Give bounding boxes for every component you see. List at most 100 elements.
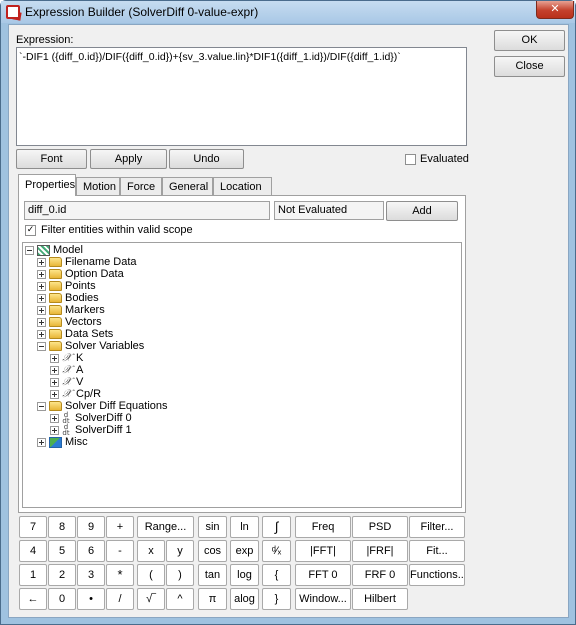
- backspace-button[interactable]: ←: [19, 588, 47, 610]
- tree-node-data-sets[interactable]: Data Sets: [37, 328, 113, 340]
- key-rparen[interactable]: ): [166, 564, 194, 586]
- functions-button[interactable]: Functions...: [409, 564, 465, 586]
- filter-button[interactable]: Filter...: [409, 516, 465, 538]
- expand-icon[interactable]: [50, 413, 59, 423]
- tab-motion[interactable]: Motion: [76, 177, 120, 196]
- tree-node-solver-diff-equations[interactable]: Solver Diff Equations: [37, 400, 168, 412]
- tree-node-points[interactable]: Points: [37, 280, 96, 292]
- key-rbrace[interactable]: }: [262, 588, 291, 610]
- expand-icon[interactable]: [37, 317, 46, 327]
- collapse-icon[interactable]: [37, 401, 46, 411]
- fft0-button[interactable]: FFT 0: [295, 564, 351, 586]
- window-button[interactable]: Window...: [295, 588, 351, 610]
- key-lbrace[interactable]: {: [262, 564, 291, 586]
- key-5[interactable]: 5: [48, 540, 76, 562]
- expand-icon[interactable]: [37, 437, 46, 447]
- evaluated-toggle[interactable]: Evaluated: [405, 153, 469, 165]
- tan-button[interactable]: tan: [198, 564, 227, 586]
- tab-properties[interactable]: Properties: [18, 174, 76, 196]
- key-8[interactable]: 8: [48, 516, 76, 538]
- key-x[interactable]: x: [137, 540, 165, 562]
- key-6[interactable]: 6: [77, 540, 105, 562]
- fit-button[interactable]: Fit...: [409, 540, 465, 562]
- tree-node-solverdiff-1[interactable]: d dt SolverDiff 1: [50, 423, 132, 437]
- expand-icon[interactable]: [50, 389, 59, 399]
- key-lparen[interactable]: (: [137, 564, 165, 586]
- folder-icon: [49, 269, 62, 279]
- cos-button[interactable]: cos: [198, 540, 227, 562]
- key-2[interactable]: 2: [48, 564, 76, 586]
- key-4[interactable]: 4: [19, 540, 47, 562]
- key-y[interactable]: y: [166, 540, 194, 562]
- tree-node-variable-cp-r[interactable]: 𝒳 Cp/R: [50, 387, 101, 400]
- evaluated-checkbox[interactable]: [405, 153, 416, 165]
- tree-node-option-data[interactable]: Option Data: [37, 268, 124, 280]
- expand-icon[interactable]: [50, 365, 59, 375]
- tree-node-filename-data[interactable]: Filename Data: [37, 256, 137, 268]
- expand-icon[interactable]: [37, 281, 46, 291]
- key-1[interactable]: 1: [19, 564, 47, 586]
- derivative-icon: d dt: [62, 423, 70, 437]
- sin-button[interactable]: sin: [198, 516, 227, 538]
- alog-button[interactable]: alog: [230, 588, 259, 610]
- freq-button[interactable]: Freq: [295, 516, 351, 538]
- expand-icon[interactable]: [37, 257, 46, 267]
- add-button[interactable]: Add: [386, 201, 458, 221]
- folder-icon: [49, 257, 62, 267]
- expand-icon[interactable]: [37, 293, 46, 303]
- tree-node-model[interactable]: Model: [25, 244, 83, 256]
- expression-textarea[interactable]: `-DIF1 ({diff_0.id})/DIF({diff_0.id})+{s…: [16, 47, 467, 146]
- key-9[interactable]: 9: [77, 516, 105, 538]
- collapse-icon[interactable]: [37, 341, 46, 351]
- expand-icon[interactable]: [50, 353, 59, 363]
- close-button[interactable]: Close: [494, 56, 565, 77]
- frf-button[interactable]: |FRF|: [352, 540, 408, 562]
- font-button[interactable]: Font: [16, 149, 87, 169]
- expand-icon[interactable]: [37, 329, 46, 339]
- tab-general[interactable]: General: [162, 177, 213, 196]
- apply-button[interactable]: Apply: [90, 149, 167, 169]
- log-button[interactable]: log: [230, 564, 259, 586]
- folder-open-icon: [49, 341, 62, 351]
- tab-location[interactable]: Location: [213, 177, 272, 196]
- filter-scope-toggle[interactable]: ✓ Filter entities within valid scope: [25, 224, 193, 236]
- entity-field[interactable]: diff_0.id: [24, 201, 270, 220]
- expand-icon[interactable]: [50, 377, 59, 387]
- sqrt-button[interactable]: √‾: [137, 588, 165, 610]
- filter-scope-checkbox[interactable]: ✓: [25, 224, 36, 236]
- key-minus[interactable]: -: [106, 540, 134, 562]
- frf0-button[interactable]: FRF 0: [352, 564, 408, 586]
- undo-button[interactable]: Undo: [169, 149, 244, 169]
- psd-button[interactable]: PSD: [352, 516, 408, 538]
- fft-button[interactable]: |FFT|: [295, 540, 351, 562]
- tree-node-misc[interactable]: Misc: [37, 436, 88, 448]
- key-divide[interactable]: /: [106, 588, 134, 610]
- derivative-button[interactable]: ᵈ⁄ₓ: [262, 540, 291, 562]
- ln-button[interactable]: ln: [230, 516, 259, 538]
- expand-icon[interactable]: [37, 305, 46, 315]
- model-tree[interactable]: Model Filename Data Option Data Points B…: [22, 242, 462, 508]
- key-decimal-point[interactable]: •: [77, 588, 105, 610]
- tree-node-solver-variables[interactable]: Solver Variables: [37, 340, 144, 352]
- tab-force[interactable]: Force: [120, 177, 162, 196]
- tree-node-bodies[interactable]: Bodies: [37, 292, 99, 304]
- window-close-button[interactable]: ✕: [536, 1, 574, 19]
- tree-node-solverdiff-0[interactable]: d dt SolverDiff 0: [50, 412, 132, 425]
- power-button[interactable]: ^: [166, 588, 194, 610]
- key-multiply[interactable]: *: [106, 564, 134, 586]
- collapse-icon[interactable]: [25, 245, 34, 255]
- pi-button[interactable]: π: [198, 588, 227, 610]
- key-3[interactable]: 3: [77, 564, 105, 586]
- hilbert-button[interactable]: Hilbert: [352, 588, 408, 610]
- expand-icon[interactable]: [37, 269, 46, 279]
- exp-button[interactable]: exp: [230, 540, 259, 562]
- range-button[interactable]: Range...: [137, 516, 194, 538]
- key-plus[interactable]: +: [106, 516, 134, 538]
- expand-icon[interactable]: [50, 425, 59, 435]
- tree-node-vectors[interactable]: Vectors: [37, 316, 102, 328]
- key-7[interactable]: 7: [19, 516, 47, 538]
- key-0[interactable]: 0: [48, 588, 76, 610]
- integral-button[interactable]: ∫: [262, 516, 291, 538]
- tree-node-markers[interactable]: Markers: [37, 304, 105, 316]
- ok-button[interactable]: OK: [494, 30, 565, 51]
